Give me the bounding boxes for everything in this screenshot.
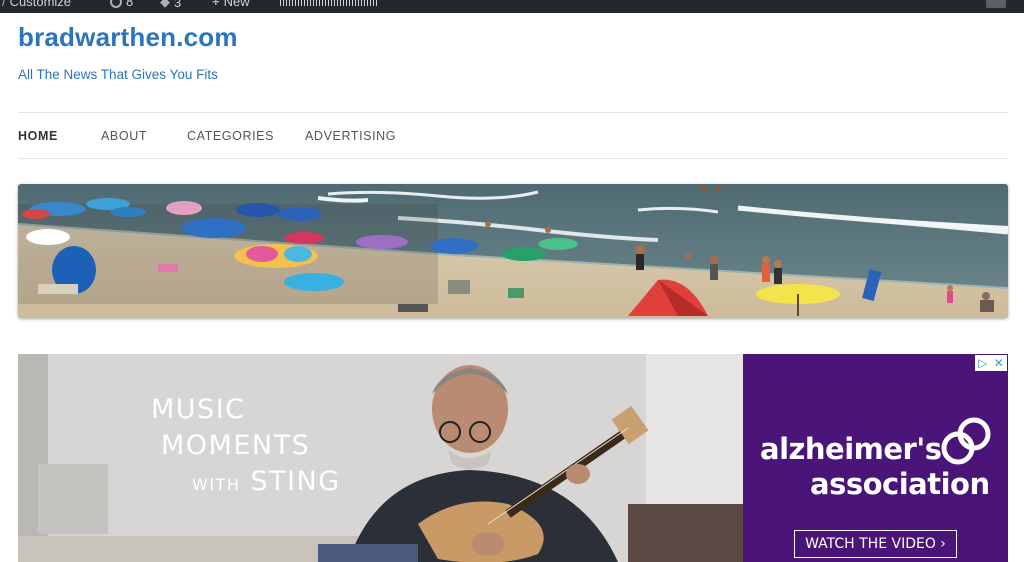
comments-link[interactable]: ◆ 3 <box>160 0 181 10</box>
nav-item-home[interactable]: HOME <box>18 129 58 143</box>
customize-link[interactable]: / Customize <box>2 0 71 9</box>
new-content-link[interactable]: + New <box>212 0 250 9</box>
brand-name-line1: alzheimer's <box>760 432 942 466</box>
plus-icon: + <box>212 0 220 9</box>
updates-icon <box>110 0 122 8</box>
new-label: New <box>223 0 250 9</box>
brush-icon: / <box>2 0 6 9</box>
watch-video-button[interactable]: WATCH THE VIDEO › <box>794 530 957 558</box>
ad-photo-musician <box>18 354 743 562</box>
comment-bubble-icon: ◆ <box>160 0 170 9</box>
avatar[interactable] <box>986 0 1006 8</box>
comments-count: 3 <box>174 0 182 10</box>
header-image-beach <box>18 184 1008 318</box>
primary-nav: HOME ABOUT CATEGORIES ADVERTISING <box>18 112 1008 159</box>
beach-scene-image <box>18 184 1008 318</box>
nav-item-advertising[interactable]: ADVERTISING <box>305 129 396 143</box>
close-icon[interactable]: ✕ <box>994 357 1004 369</box>
advertisement[interactable]: MUSIC MOMENTS WITH STING alzheimer's ass… <box>18 354 1008 562</box>
ad-headline-line3: WITH STING <box>192 466 341 497</box>
adchoices-triangle-icon[interactable]: ▷ <box>978 357 987 369</box>
ad-headline-line2: MOMENTS <box>161 430 311 461</box>
updates-link[interactable]: 8 <box>110 0 133 9</box>
site-tagline: All The News That Gives You Fits <box>18 67 218 82</box>
nav-item-categories[interactable]: CATEGORIES <box>187 129 274 143</box>
customize-label: Customize <box>9 0 72 9</box>
admin-bar-graph <box>280 0 378 6</box>
adchoices-badge[interactable]: ▷ ✕ <box>975 355 1007 371</box>
ad-headline-sting: STING <box>250 466 341 497</box>
admin-bar: / Customize 8 ◆ 3 + New <box>0 0 1024 13</box>
ad-headline-with: WITH <box>192 475 241 494</box>
ad-headline-line1: MUSIC <box>151 394 246 425</box>
nav-item-about[interactable]: ABOUT <box>101 129 147 143</box>
site-title[interactable]: bradwarthen.com <box>18 22 238 53</box>
brand-name-line2: association <box>810 467 990 501</box>
updates-count: 8 <box>126 0 134 9</box>
alzheimers-logo-icon <box>941 417 991 465</box>
